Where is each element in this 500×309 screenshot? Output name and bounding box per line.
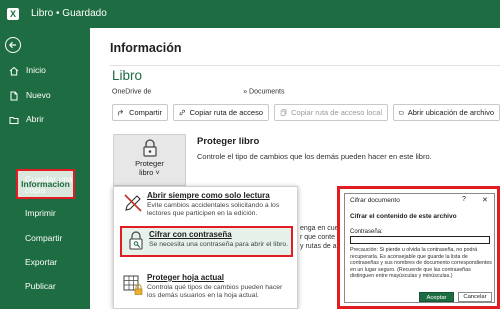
page-title: Información <box>110 41 182 55</box>
close-icon[interactable]: ✕ <box>482 196 488 204</box>
home-icon <box>9 66 19 75</box>
new-file-icon <box>10 91 18 100</box>
copy-path-label: Copiar ruta de acceso <box>189 108 263 117</box>
copy-local-path-button[interactable]: Copiar ruta de acceso local <box>274 104 388 121</box>
nav-item-inicio[interactable]: Inicio <box>9 65 46 76</box>
document-path: OneDrive de » Documents <box>112 88 284 95</box>
excel-app-icon: X <box>7 8 19 20</box>
copy-icon <box>280 109 287 116</box>
encrypt-document-dialog: Cifrar documento ? ✕ Cifrar el contenido… <box>344 193 495 303</box>
menu-item-description: Evite cambios accidentales solicitando a… <box>147 202 280 218</box>
nav-item-abrir[interactable]: Abrir <box>9 114 44 125</box>
menu-item-description: Se necesita una contraseña para abrir el… <box>149 241 289 248</box>
nav-item-label: Inicio <box>26 65 46 75</box>
open-location-label: Abrir ubicación de archivo <box>407 108 494 117</box>
link-icon <box>179 109 186 116</box>
backstage-nav: Inicio Nuevo Abrir Información Guardar u… <box>0 28 90 309</box>
nav-item-imprimir[interactable]: Imprimir <box>25 208 56 219</box>
password-field[interactable] <box>350 236 490 244</box>
nav-item-guardar-copia[interactable]: Guardar una copia <box>25 174 80 196</box>
inspect-text-fragment: enga en cue <box>300 225 339 232</box>
protect-tile-label-line1: Proteger <box>135 159 164 168</box>
lock-key-icon <box>129 231 143 250</box>
copy-path-button[interactable]: Copiar ruta de acceso <box>173 104 269 121</box>
protect-tile-label-line2: libro ˅ <box>139 168 160 177</box>
protect-description: Controle el tipo de cambios que los demá… <box>197 152 432 161</box>
share-button-label: Compartir <box>129 108 162 117</box>
lock-icon <box>143 139 157 157</box>
nav-item-label: Imprimir <box>25 208 56 218</box>
inspect-text-fragment: y rutas de a <box>300 243 337 250</box>
nav-item-label: Exportar <box>25 257 58 267</box>
share-icon <box>118 109 124 116</box>
protect-heading: Proteger libro <box>197 136 260 147</box>
protect-workbook-button[interactable]: Proteger libro ˅ <box>113 134 186 186</box>
dialog-title: Cifrar documento <box>350 197 400 204</box>
protect-workbook-menu: Abrir siempre como solo lectura Evite ca… <box>113 186 298 309</box>
divider <box>110 65 500 66</box>
nav-item-label: Abrir <box>26 114 44 124</box>
nav-item-label: Publicar <box>25 281 56 291</box>
folder-icon <box>9 116 19 124</box>
back-arrow-icon <box>8 41 16 49</box>
nav-item-exportar[interactable]: Exportar <box>25 257 57 268</box>
nav-item-nuevo[interactable]: Nuevo <box>9 90 51 101</box>
protect-tile-label: Proteger libro ˅ <box>114 159 185 177</box>
password-warning: Precaución: Si pierde u olvida la contra… <box>350 247 492 279</box>
folder-icon <box>399 111 404 115</box>
menu-item-read-only[interactable]: Abrir siempre como solo lectura Evite ca… <box>114 187 297 225</box>
back-button[interactable] <box>5 37 21 53</box>
copy-local-path-label: Copiar ruta de acceso local <box>291 108 382 117</box>
cancel-button[interactable]: Cancelar <box>458 292 492 302</box>
menu-item-encrypt-password[interactable]: Cifrar con contraseña Se necesita una co… <box>120 226 293 257</box>
path-prefix: OneDrive de <box>112 88 152 96</box>
window-title: Libro • Guardado <box>31 8 107 19</box>
dialog-heading: Cifrar el contenido de este archivo <box>350 213 457 220</box>
redacted-username <box>153 88 242 95</box>
nav-item-publicar[interactable]: Publicar <box>25 281 56 292</box>
menu-item-title: Proteger hoja actual <box>147 273 224 282</box>
title-bar: X Libro • Guardado <box>0 0 500 28</box>
help-button[interactable]: ? <box>462 196 466 203</box>
pencil-icon <box>124 194 142 212</box>
document-name: Libro <box>112 68 143 83</box>
share-button[interactable]: Compartir <box>112 104 168 121</box>
nav-item-label: Guardar una copia <box>25 174 73 195</box>
password-label: Contraseña: <box>350 229 383 235</box>
menu-item-description: Controla qué tipos de cambios pueden hac… <box>147 284 283 300</box>
open-location-button[interactable]: Abrir ubicación de archivo <box>393 104 500 121</box>
inspect-text-fragment: r que conte <box>300 234 336 241</box>
nav-item-label: Nuevo <box>26 90 51 100</box>
ok-button[interactable]: Aceptar <box>419 292 454 302</box>
nav-item-label: Compartir <box>25 233 63 243</box>
menu-item-title: Cifrar con contraseña <box>149 230 232 239</box>
path-suffix: » Documents <box>243 88 285 96</box>
sheet-lock-icon <box>123 275 143 295</box>
dialog-highlight-frame: Cifrar documento ? ✕ Cifrar el contenido… <box>337 186 500 309</box>
nav-item-compartir[interactable]: Compartir <box>25 233 62 244</box>
menu-item-title: Abrir siempre como solo lectura <box>147 191 270 200</box>
menu-item-protect-sheet[interactable]: Proteger hoja actual Controla qué tipos … <box>114 269 297 307</box>
